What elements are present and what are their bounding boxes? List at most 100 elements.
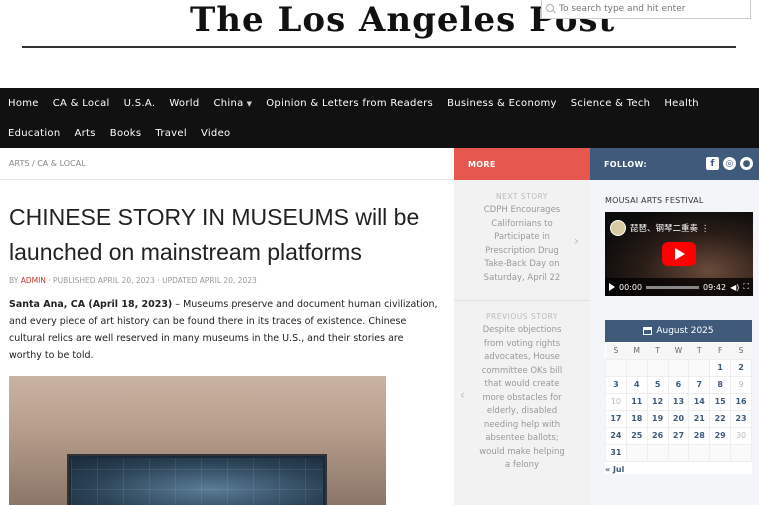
instagram-icon[interactable]: ◎: [723, 157, 736, 170]
video-player[interactable]: 琵琶、钢琴二重奏 ⋮ 00:00 09:42 ◀) ⛶: [605, 212, 753, 296]
video-progress-bar[interactable]: [646, 285, 700, 289]
fullscreen-icon[interactable]: ⛶: [743, 282, 749, 292]
calendar-day[interactable]: 11: [625, 392, 648, 411]
calendar-week: 3456789: [605, 375, 752, 394]
calendar-day[interactable]: 22: [709, 409, 732, 428]
calendar-day[interactable]: 28: [688, 426, 711, 445]
calendar-week: 12: [605, 358, 752, 377]
calendar-day[interactable]: 20: [667, 409, 690, 428]
breadcrumb-arts[interactable]: ARTS: [9, 159, 29, 168]
calendar-day[interactable]: 1: [709, 358, 732, 377]
calendar-empty-cell: [646, 443, 669, 462]
video-controls: 00:00 09:42 ◀) ⛶: [605, 278, 753, 296]
calendar-day[interactable]: 19: [646, 409, 669, 428]
calendar-day[interactable]: 30: [730, 426, 752, 445]
more-header: MORE: [454, 148, 590, 180]
calendar-empty-cell: [605, 358, 627, 377]
article-byline: BY ADMIN · PUBLISHED APRIL 20, 2023 · UP…: [9, 276, 257, 285]
facebook-icon[interactable]: f: [706, 157, 719, 170]
calendar-day[interactable]: 25: [625, 426, 648, 445]
calendar-empty-cell: [646, 358, 669, 377]
follow-label: FOLLOW:: [604, 159, 647, 169]
next-story[interactable]: NEXT STORY CDPH Encourages Californians …: [454, 192, 590, 285]
calendar-header: August 2025: [605, 320, 752, 342]
play-icon[interactable]: [609, 283, 615, 291]
chevron-right-icon[interactable]: ›: [574, 234, 579, 248]
weekday: F: [709, 342, 731, 359]
calendar-week: 24 25 26 27 28 29 30: [605, 426, 752, 445]
calendar-day[interactable]: 24: [605, 426, 627, 445]
calendar-day[interactable]: 14: [688, 392, 711, 411]
calendar-day[interactable]: 9: [730, 375, 752, 394]
nav-item-usa[interactable]: U.S.A.: [124, 98, 156, 109]
calendar-day[interactable]: 29: [709, 426, 732, 445]
calendar-day[interactable]: 26: [646, 426, 669, 445]
calendar-prev-month-link[interactable]: « Jul: [605, 462, 752, 474]
nav-item-books[interactable]: Books: [110, 128, 142, 139]
volume-icon[interactable]: ◀): [730, 283, 739, 292]
previous-story-kicker: PREVIOUS STORY: [486, 312, 558, 321]
nav-item-arts[interactable]: Arts: [75, 128, 96, 139]
article: CHINESE STORY IN MUSEUMS will be launche…: [0, 180, 454, 505]
calendar-day[interactable]: 7: [688, 375, 711, 394]
weekday: W: [668, 342, 689, 359]
main-nav: Home CA & Local U.S.A. World China ▼ Opin…: [0, 88, 759, 148]
calendar-day[interactable]: 8: [709, 375, 732, 394]
nav-item-travel[interactable]: Travel: [155, 128, 187, 139]
more-divider: [454, 300, 590, 301]
calendar-day[interactable]: 21: [688, 409, 711, 428]
previous-story[interactable]: PREVIOUS STORY Despite objections from v…: [454, 312, 590, 473]
channel-avatar[interactable]: [610, 220, 626, 236]
byline-dates: · PUBLISHED APRIL 20, 2023 · UPDATED APR…: [45, 276, 257, 285]
calendar-day[interactable]: 3: [605, 375, 627, 394]
calendar-empty-cell: [625, 443, 648, 462]
calendar-day[interactable]: 5: [646, 375, 669, 394]
breadcrumb-ca-local[interactable]: CA & LOCAL: [37, 159, 85, 168]
search-icon: [546, 4, 556, 14]
calendar-day[interactable]: 13: [667, 392, 690, 411]
nav-item-video[interactable]: Video: [201, 128, 231, 139]
calendar-day[interactable]: 27: [667, 426, 690, 445]
lead-dateline: Santa Ana, CA (April 18, 2023): [9, 299, 173, 310]
play-button[interactable]: [662, 242, 696, 266]
nav-item-business[interactable]: Business & Economy: [447, 98, 557, 109]
calendar-day[interactable]: 10: [605, 392, 627, 411]
nav-item-world[interactable]: World: [169, 98, 199, 109]
calendar-day[interactable]: 31: [605, 443, 627, 462]
calendar-week: 10 11 12 13 14 15 16: [605, 392, 752, 411]
calendar-day[interactable]: 18: [625, 409, 648, 428]
calendar-empty-cell: [730, 443, 752, 462]
nav-item-education[interactable]: Education: [8, 128, 61, 139]
calendar-day[interactable]: 16: [730, 392, 752, 411]
calendar-week: 31: [605, 443, 752, 462]
nav-item-opinion[interactable]: Opinion & Letters from Readers: [266, 98, 433, 109]
calendar-day[interactable]: 17: [605, 409, 627, 428]
calendar-day[interactable]: 12: [646, 392, 669, 411]
nav-item-china[interactable]: China ▼: [213, 98, 252, 109]
calendar-day[interactable]: 2: [730, 358, 752, 377]
wechat-icon[interactable]: ●: [740, 157, 753, 170]
chevron-down-icon: ▼: [246, 99, 253, 108]
breadcrumb-separator: /: [29, 159, 38, 168]
author-link[interactable]: ADMIN: [21, 276, 46, 285]
nav-item-ca-local[interactable]: CA & Local: [53, 98, 110, 109]
nav-row-1: Home CA & Local U.S.A. World China ▼ Opin…: [8, 88, 713, 118]
nav-item-home[interactable]: Home: [8, 98, 39, 109]
calendar-day[interactable]: 6: [667, 375, 690, 394]
search-input[interactable]: [559, 4, 739, 14]
calendar-month: August 2025: [656, 326, 714, 336]
calendar-day[interactable]: 15: [709, 392, 732, 411]
calendar-day[interactable]: 4: [625, 375, 648, 394]
calendar-empty-cell: [688, 443, 711, 462]
photo-display-screen: [67, 454, 327, 505]
nav-item-science[interactable]: Science & Tech: [571, 98, 651, 109]
search-box[interactable]: [541, 0, 751, 19]
video-current-time: 00:00: [619, 282, 643, 292]
next-story-title[interactable]: CDPH Encourages Californians to Particip…: [454, 204, 590, 285]
calendar-day[interactable]: 23: [730, 409, 752, 428]
nav-item-health[interactable]: Health: [664, 98, 699, 109]
previous-story-title[interactable]: Despite objections from voting rights ad…: [454, 324, 590, 473]
calendar-empty-cell: [625, 358, 648, 377]
chevron-left-icon[interactable]: ‹: [460, 388, 465, 402]
video-title[interactable]: 琵琶、钢琴二重奏 ⋮: [630, 222, 709, 234]
